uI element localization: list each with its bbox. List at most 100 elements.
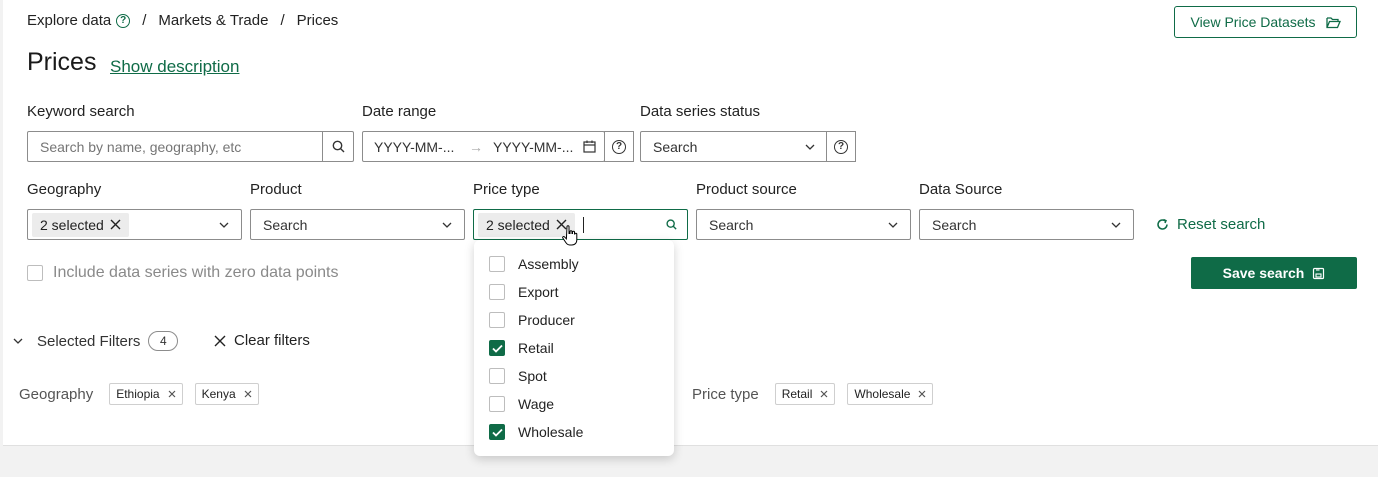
selected-filters-toggle[interactable]: Selected Filters 4 <box>13 331 179 351</box>
date-range-field[interactable]: YYYY-MM-... → YYYY-MM-... <box>362 131 605 162</box>
geography-group-label: Geography <box>19 385 94 403</box>
filter-tag: Ethiopia <box>109 383 183 405</box>
filter-tag: Kenya <box>194 383 259 405</box>
clear-filters-label: Clear filters <box>234 332 310 349</box>
save-search-label: Save search <box>1222 265 1305 281</box>
close-icon[interactable] <box>110 219 121 230</box>
folder-open-icon <box>1325 16 1341 28</box>
keyword-search-field <box>27 131 354 162</box>
product-source-select[interactable]: Search <box>696 209 911 240</box>
option-checkbox[interactable] <box>489 396 505 412</box>
date-end-placeholder[interactable]: YYYY-MM-... <box>493 139 579 155</box>
product-placeholder: Search <box>263 216 308 233</box>
price-type-select[interactable]: 2 selected <box>473 209 688 240</box>
date-start-placeholder[interactable]: YYYY-MM-... <box>363 139 463 155</box>
checkmark-icon <box>491 344 503 353</box>
dropdown-option-wholesale[interactable]: Wholesale <box>474 418 674 446</box>
data-series-status-select[interactable]: Search <box>640 131 828 162</box>
keyword-search-button[interactable] <box>322 132 353 161</box>
option-label: Producer <box>518 312 575 328</box>
dropdown-option-retail[interactable]: Retail <box>474 334 674 362</box>
include-zero-label: Include data series with zero data point… <box>53 264 339 281</box>
help-icon[interactable]: ? <box>116 13 131 28</box>
product-source-placeholder: Search <box>709 216 754 233</box>
refresh-icon <box>1157 218 1168 230</box>
data-source-placeholder: Search <box>932 216 977 233</box>
dropdown-option-export[interactable]: Export <box>474 278 674 306</box>
product-select[interactable]: Search <box>250 209 465 240</box>
option-checkbox[interactable] <box>489 368 505 384</box>
geography-filter-group: Geography Ethiopia Kenya <box>19 383 259 405</box>
close-icon[interactable] <box>168 390 176 398</box>
selected-filters-label: Selected Filters <box>37 332 141 350</box>
breadcrumb-markets-trade[interactable]: Markets & Trade <box>158 12 268 29</box>
save-search-button[interactable]: Save search <box>1191 257 1357 289</box>
filter-tag-label: Wholesale <box>854 387 911 401</box>
search-icon <box>332 140 344 153</box>
reset-search-button[interactable]: Reset search <box>1156 216 1265 233</box>
include-zero-points-option[interactable]: Include data series with zero data point… <box>27 264 339 282</box>
price-type-dropdown: Assembly Export Producer Retail Spot Wag… <box>474 240 674 456</box>
option-label: Spot <box>518 368 547 384</box>
dropdown-option-spot[interactable]: Spot <box>474 362 674 390</box>
dropdown-option-wage[interactable]: Wage <box>474 390 674 418</box>
filter-tag-label: Retail <box>781 387 813 401</box>
close-icon[interactable] <box>244 390 252 398</box>
product-label: Product <box>250 181 302 198</box>
geography-label: Geography <box>27 181 102 198</box>
save-icon <box>1313 267 1325 279</box>
option-checkbox[interactable] <box>489 340 505 356</box>
keyword-search-label: Keyword search <box>27 103 135 120</box>
price-type-filter-group: Price type Retail Wholesale <box>692 383 934 405</box>
chevron-down-icon <box>442 222 452 228</box>
geography-select[interactable]: 2 selected <box>27 209 242 240</box>
breadcrumb-explore-data[interactable]: Explore data <box>27 12 111 29</box>
data-source-select[interactable]: Search <box>919 209 1134 240</box>
filter-tag: Retail <box>774 383 836 405</box>
keyword-search-input[interactable] <box>28 138 322 155</box>
chevron-down-icon <box>1111 222 1121 228</box>
dropdown-option-producer[interactable]: Producer <box>474 306 674 334</box>
data-series-status-placeholder: Search <box>653 138 698 155</box>
option-label: Retail <box>518 340 554 356</box>
data-source-label: Data Source <box>919 181 1003 198</box>
chevron-down-icon <box>13 338 23 344</box>
option-checkbox[interactable] <box>489 284 505 300</box>
reset-search-label: Reset search <box>1177 216 1266 233</box>
breadcrumb-separator: / <box>280 12 285 29</box>
clear-filters-button[interactable]: Clear filters <box>214 332 310 349</box>
view-price-datasets-button[interactable]: View Price Datasets <box>1174 6 1357 38</box>
data-series-status-label: Data series status <box>640 103 761 120</box>
date-range-help-button[interactable]: ? <box>604 131 634 162</box>
option-label: Assembly <box>518 256 579 272</box>
dropdown-option-assembly[interactable]: Assembly <box>474 250 674 278</box>
text-cursor <box>582 216 584 233</box>
filter-tag: Wholesale <box>847 383 934 405</box>
include-zero-checkbox[interactable] <box>27 265 43 281</box>
page-container: Explore data ? / Markets & Trade / Price… <box>3 0 1378 456</box>
date-range-label: Date range <box>362 103 437 120</box>
geography-selected-count: 2 selected <box>40 216 104 233</box>
filter-tag-label: Ethiopia <box>116 387 160 401</box>
arrow-right-icon: → <box>469 138 483 155</box>
price-type-selected-chip[interactable]: 2 selected <box>478 212 575 237</box>
option-checkbox[interactable] <box>489 312 505 328</box>
show-description-link[interactable]: Show description <box>110 57 239 77</box>
price-type-selected-count: 2 selected <box>486 216 550 233</box>
close-icon[interactable] <box>918 390 926 398</box>
checkmark-icon <box>491 428 503 437</box>
option-checkbox[interactable] <box>489 424 505 440</box>
option-label: Wage <box>518 396 555 412</box>
option-checkbox[interactable] <box>489 256 505 272</box>
geography-selected-chip[interactable]: 2 selected <box>32 212 129 237</box>
breadcrumb-prices: Prices <box>296 12 339 29</box>
status-help-button[interactable]: ? <box>826 131 856 162</box>
page-title: Prices <box>27 48 97 76</box>
option-label: Wholesale <box>518 424 584 440</box>
close-icon[interactable] <box>820 390 828 398</box>
filter-tag-label: Kenya <box>201 387 236 401</box>
selected-filters-count: 4 <box>148 331 179 351</box>
option-label: Export <box>518 284 559 300</box>
hand-cursor-icon <box>562 225 578 246</box>
view-price-datasets-label: View Price Datasets <box>1190 14 1316 30</box>
